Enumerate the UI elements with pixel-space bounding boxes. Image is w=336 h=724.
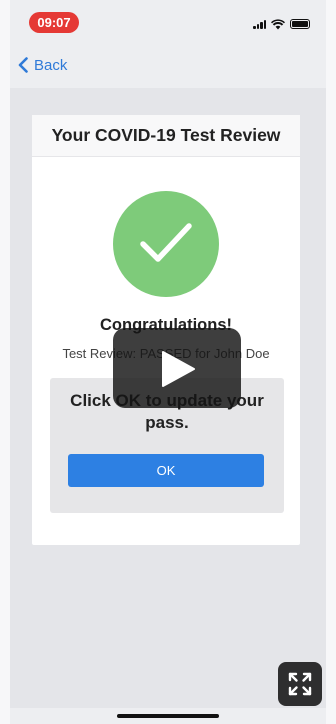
back-button[interactable]: Back [18, 54, 67, 76]
status-bar: 09:07 [10, 0, 326, 44]
ok-button[interactable]: OK [68, 454, 264, 487]
card-title: Your COVID-19 Test Review [32, 115, 300, 157]
battery-icon [290, 19, 310, 29]
wifi-icon [271, 18, 285, 29]
status-icons [253, 18, 310, 30]
status-time: 09:07 [29, 12, 79, 33]
home-indicator[interactable] [117, 714, 219, 718]
fullscreen-icon [288, 672, 312, 696]
fullscreen-button[interactable] [278, 662, 322, 706]
checkmark-icon [140, 223, 192, 262]
signal-icon [253, 19, 266, 29]
back-label: Back [34, 56, 68, 74]
success-badge [113, 191, 219, 297]
video-play-button[interactable] [113, 328, 241, 408]
chevron-left-icon [18, 57, 28, 73]
play-icon [162, 351, 195, 387]
